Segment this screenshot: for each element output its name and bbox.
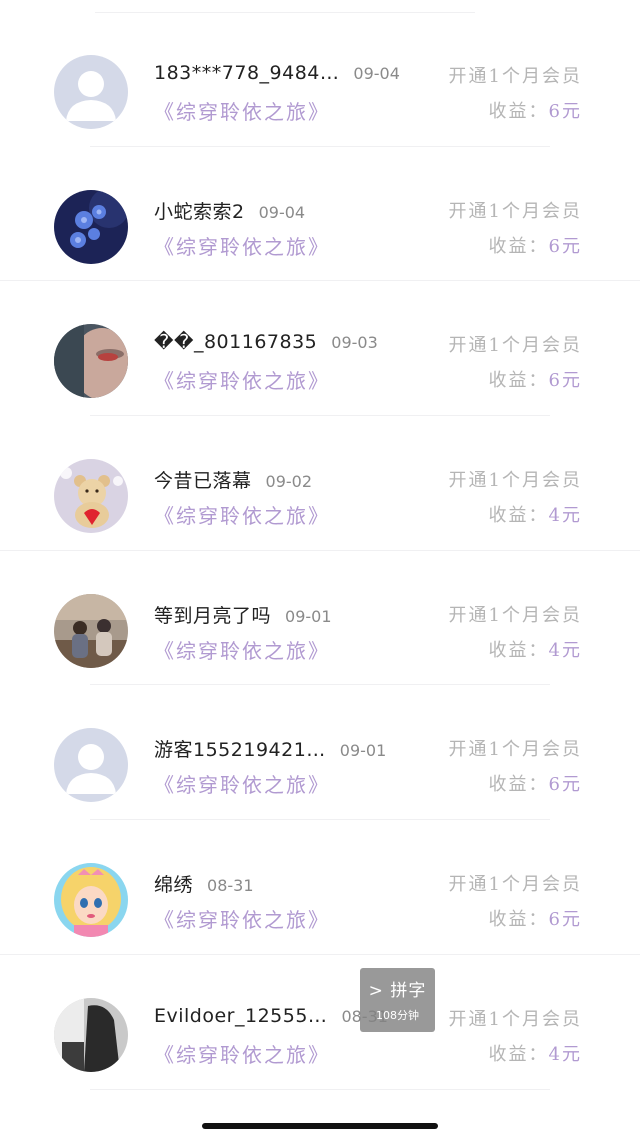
- earning: 收益：6元: [489, 770, 582, 796]
- user-name: 游客155219421… 09-01: [154, 739, 387, 762]
- income-record-list: 183***778_9484… 09-04 《综穿聆依之旅》 开通1个月会员 收益…: [0, 12, 640, 1090]
- action-text: 开通1个月会员: [448, 335, 582, 357]
- default-avatar-icon[interactable]: [54, 728, 128, 803]
- floating-tool-time: 108分钟: [376, 1009, 419, 1022]
- earning-label: 收益：: [488, 1043, 549, 1065]
- divider: [90, 1088, 550, 1090]
- earning-label: 收益：: [488, 370, 549, 392]
- home-indicator[interactable]: [202, 1123, 438, 1129]
- action-text: 开通1个月会员: [448, 739, 582, 761]
- earning-label: 收益：: [488, 774, 549, 796]
- face-photo-avatar-icon[interactable]: [54, 324, 128, 399]
- record-date: 09-01: [339, 741, 387, 761]
- earning: 收益：6元: [489, 366, 582, 392]
- user-name: 小蛇索索2 09-04: [154, 200, 306, 223]
- earning-amount: 6元: [548, 774, 582, 796]
- record-date: 09-01: [285, 606, 332, 626]
- cartoon-girl-avatar-icon[interactable]: [54, 863, 128, 938]
- earning: 收益：4元: [489, 1040, 582, 1066]
- dark-photo-avatar-icon[interactable]: [54, 997, 128, 1072]
- record-date: 09-02: [265, 472, 313, 492]
- book-title-link[interactable]: 《综穿聆依之旅》: [154, 904, 330, 933]
- book-title-link[interactable]: 《综穿聆依之旅》: [154, 365, 330, 394]
- book-title-link[interactable]: 《综穿聆依之旅》: [154, 96, 330, 125]
- list-item[interactable]: 今昔已落幕 09-02 《综穿聆依之旅》 开通1个月会员 收益：4元: [0, 416, 640, 551]
- list-item[interactable]: ��_801167835 09-03 《综穿聆依之旅》 开通1个月会员 收益：6元: [0, 281, 640, 417]
- book-title-link[interactable]: 《综穿聆依之旅》: [154, 500, 330, 529]
- action-text: 开通1个月会员: [448, 1008, 582, 1030]
- earning-label: 收益：: [488, 505, 549, 527]
- floating-tool-button[interactable]: > 拼字 108分钟: [360, 968, 435, 1032]
- action-text: 开通1个月会员: [448, 874, 582, 896]
- earning-label: 收益：: [488, 101, 549, 122]
- user-name: 今昔已落幕 09-02: [154, 470, 313, 493]
- earning-label: 收益：: [488, 909, 549, 931]
- record-date: 08-31: [207, 876, 254, 896]
- blue-flowers-avatar-icon[interactable]: [54, 189, 128, 264]
- book-title-link[interactable]: 《综穿聆依之旅》: [154, 635, 330, 664]
- earning-label: 收益：: [488, 235, 549, 257]
- default-avatar-icon[interactable]: [54, 55, 128, 129]
- floating-tool-label: > 拼字: [368, 981, 427, 1001]
- action-text: 开通1个月会员: [448, 604, 582, 626]
- earning-amount: 6元: [548, 235, 582, 257]
- earning: 收益：6元: [489, 97, 582, 123]
- user-name: 等到月亮了吗 09-01: [154, 604, 332, 627]
- action-text: 开通1个月会员: [448, 66, 582, 87]
- teddy-bear-avatar-icon[interactable]: [54, 459, 128, 534]
- book-title-link[interactable]: 《综穿聆依之旅》: [154, 1039, 330, 1068]
- earning-amount: 4元: [548, 505, 582, 527]
- earning: 收益：6元: [489, 232, 582, 258]
- earning: 收益：6元: [489, 905, 582, 931]
- couple-photo-avatar-icon[interactable]: [54, 593, 128, 668]
- book-title-link[interactable]: 《综穿聆依之旅》: [154, 231, 330, 260]
- user-name: 绵绣 08-31: [154, 874, 254, 897]
- earning-amount: 4元: [548, 639, 582, 661]
- list-item[interactable]: 游客155219421… 09-01 《综穿聆依之旅》 开通1个月会员 收益：6元: [0, 685, 640, 821]
- list-item[interactable]: 等到月亮了吗 09-01 《综穿聆依之旅》 开通1个月会员 收益：4元: [0, 551, 640, 686]
- record-date: 09-04: [258, 202, 306, 222]
- user-name: 183***778_9484… 09-04: [154, 62, 400, 84]
- list-item[interactable]: 183***778_9484… 09-04 《综穿聆依之旅》 开通1个月会员 收益…: [0, 12, 640, 147]
- earning-amount: 6元: [548, 370, 582, 392]
- book-title-link[interactable]: 《综穿聆依之旅》: [154, 769, 330, 798]
- user-name: ��_801167835 09-03: [154, 331, 378, 354]
- earning: 收益：4元: [489, 636, 582, 662]
- earning: 收益：4元: [489, 501, 582, 527]
- list-item[interactable]: 小蛇索索2 09-04 《综穿聆依之旅》 开通1个月会员 收益：6元: [0, 147, 640, 282]
- list-item[interactable]: Evildoer_12555…08-31 《综穿聆依之旅》 开通1个月会员 收益…: [0, 955, 640, 1090]
- user-name: Evildoer_12555…08-31: [154, 1005, 388, 1027]
- action-text: 开通1个月会员: [448, 200, 582, 222]
- record-date: 09-03: [331, 333, 378, 353]
- earning-amount: 6元: [548, 101, 582, 122]
- action-text: 开通1个月会员: [448, 470, 582, 492]
- earning-amount: 4元: [548, 1043, 582, 1065]
- list-item[interactable]: 绵绣 08-31 《综穿聆依之旅》 开通1个月会员 收益：6元: [0, 820, 640, 955]
- record-date: 09-04: [353, 64, 400, 83]
- earning-label: 收益：: [488, 639, 549, 661]
- earning-amount: 6元: [548, 909, 582, 931]
